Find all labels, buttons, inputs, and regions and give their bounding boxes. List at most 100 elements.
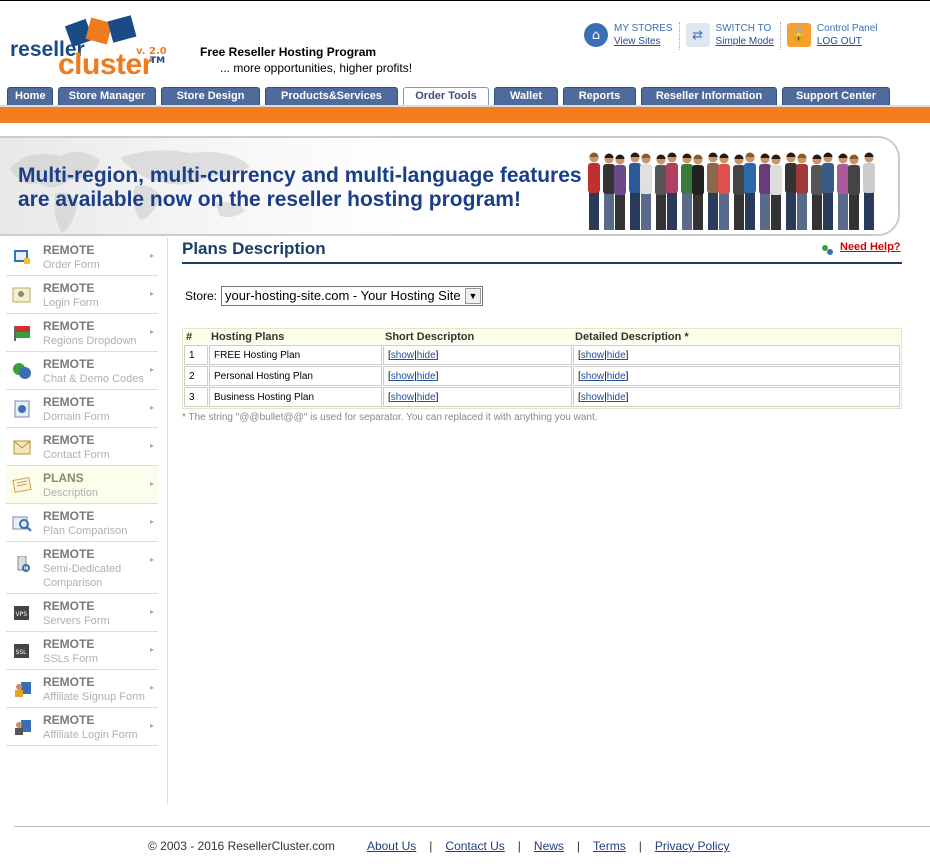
hide-link[interactable]: hide bbox=[607, 392, 626, 403]
table-row: 3 Business Hosting Plan [show|hide] [show|h… bbox=[184, 387, 900, 407]
person-figure bbox=[796, 153, 808, 230]
person-figure bbox=[759, 153, 771, 230]
show-link[interactable]: show bbox=[581, 371, 604, 382]
plan-comparison-icon bbox=[12, 516, 32, 532]
store-select-value: your-hosting-site.com - Your Hosting Sit… bbox=[225, 288, 461, 303]
sidebar-item-login-form[interactable]: REMOTE Login Form ▸ bbox=[6, 276, 158, 314]
tagline: Free Reseller Hosting Program bbox=[200, 45, 377, 59]
sidebar-item-order-form[interactable]: REMOTE Order Form ▸ bbox=[6, 238, 158, 276]
sidebar-item-title: REMOTE bbox=[43, 599, 95, 613]
tab-products-services[interactable]: Products&Services bbox=[265, 87, 398, 105]
order-form-icon bbox=[14, 250, 30, 264]
plans-table: # Hosting Plans Short Descripton Detaile… bbox=[182, 328, 902, 409]
show-link[interactable]: show bbox=[391, 371, 414, 382]
sidebar-item-subtitle: Affiliate Login Form bbox=[43, 729, 138, 741]
hide-link[interactable]: hide bbox=[417, 350, 436, 361]
bracket: ] bbox=[625, 391, 629, 403]
bracket: ] bbox=[435, 349, 439, 361]
sidebar-item-semi-dedicated-comparison[interactable]: REMOTE Semi-Dedicated Comparison ▸ bbox=[6, 542, 158, 594]
sidebar-item-title: REMOTE bbox=[43, 243, 95, 257]
arrow-right-icon: ▸ bbox=[149, 403, 154, 412]
chevron-down-icon[interactable]: ▼ bbox=[465, 288, 481, 304]
person-figure bbox=[707, 152, 719, 230]
arrow-right-icon: ▸ bbox=[149, 607, 154, 616]
sidebar-item-domain-form[interactable]: REMOTE Domain Form ▸ bbox=[6, 390, 158, 428]
hide-link[interactable]: hide bbox=[417, 392, 436, 403]
footer-link-privacy-policy[interactable]: Privacy Policy bbox=[655, 839, 730, 853]
contact-form-icon bbox=[13, 440, 31, 455]
title-underline bbox=[182, 262, 902, 264]
store-select[interactable]: your-hosting-site.com - Your Hosting Sit… bbox=[221, 286, 483, 306]
hide-link[interactable]: hide bbox=[607, 350, 626, 361]
sidebar-item-plan-comparison[interactable]: REMOTE Plan Comparison ▸ bbox=[6, 504, 158, 542]
site-logo[interactable]: reseller cluster v. 2.0 TM bbox=[8, 12, 178, 84]
person-figure bbox=[785, 152, 797, 230]
sidebar-item-affiliate-signup-form[interactable]: REMOTE Affiliate Signup Form ▸ bbox=[6, 670, 158, 708]
need-help-link[interactable]: Need Help? bbox=[840, 241, 901, 253]
sidebar-item-plans-description[interactable]: PLANS Description ▸ bbox=[6, 466, 158, 504]
tab-home[interactable]: Home bbox=[7, 87, 53, 105]
tab-wallet[interactable]: Wallet bbox=[494, 87, 558, 105]
hide-link[interactable]: hide bbox=[607, 371, 626, 382]
bracket: ] bbox=[435, 370, 439, 382]
sidebar-item-title: REMOTE bbox=[43, 509, 95, 523]
switch-to-title: SWITCH TO bbox=[715, 23, 772, 34]
column-header-hosting-plans: Hosting Plans bbox=[209, 330, 382, 344]
sidebar-item-title: REMOTE bbox=[43, 547, 95, 561]
sidebar-item-affiliate-login-form[interactable]: REMOTE Affiliate Login Form ▸ bbox=[6, 708, 158, 746]
footer-link-about-us[interactable]: About Us bbox=[367, 839, 416, 853]
sidebar-item-contact-form[interactable]: REMOTE Contact Form ▸ bbox=[6, 428, 158, 466]
sidebar-item-ssls-form[interactable]: SSL REMOTE SSLs Form ▸ bbox=[6, 632, 158, 670]
arrow-right-icon: ▸ bbox=[149, 251, 154, 260]
arrow-right-icon: ▸ bbox=[149, 289, 154, 298]
sidebar-item-servers-form[interactable]: VPS REMOTE Servers Form ▸ bbox=[6, 594, 158, 632]
simple-mode-link[interactable]: Simple Mode bbox=[716, 35, 774, 48]
person-figure bbox=[681, 153, 693, 230]
detailed-description-cell: [show|hide] bbox=[573, 387, 900, 407]
tab-store-manager[interactable]: Store Manager bbox=[58, 87, 156, 105]
banner-headline-line2: are available now on the reseller hostin… bbox=[18, 188, 521, 211]
hide-link[interactable]: hide bbox=[417, 371, 436, 382]
hosting-plan-name: FREE Hosting Plan bbox=[209, 345, 382, 365]
chat-icon bbox=[13, 363, 31, 379]
show-link[interactable]: show bbox=[391, 350, 414, 361]
orange-band bbox=[0, 107, 930, 123]
arrow-right-icon: ▸ bbox=[149, 555, 154, 564]
top-border bbox=[0, 0, 930, 1]
tab-order-tools[interactable]: Order Tools bbox=[403, 87, 489, 105]
logout-link[interactable]: LOG OUT bbox=[817, 35, 878, 48]
show-link[interactable]: show bbox=[581, 392, 604, 403]
tab-store-design[interactable]: Store Design bbox=[161, 87, 260, 105]
sidebar-item-subtitle: Affiliate Signup Form bbox=[43, 691, 145, 703]
footer-link-terms[interactable]: Terms bbox=[593, 839, 626, 853]
sidebar: REMOTE Order Form ▸ REMOTE Login Form ▸ … bbox=[0, 238, 168, 804]
footer-separator: | bbox=[517, 839, 521, 853]
sidebar-item-regions-dropdown[interactable]: REMOTE Regions Dropdown ▸ bbox=[6, 314, 158, 352]
tab-reports[interactable]: Reports bbox=[563, 87, 636, 105]
promo-banner[interactable]: Multi-region, multi-currency and multi-l… bbox=[0, 136, 900, 236]
copyright-text: © 2003 - 2016 ResellerCluster.com bbox=[148, 839, 335, 853]
switch-mode-link-group: ⇄ SWITCH TO Simple Mode bbox=[680, 22, 781, 50]
sidebar-item-title: REMOTE bbox=[43, 713, 95, 727]
footer-link-news[interactable]: News bbox=[534, 839, 564, 853]
show-link[interactable]: show bbox=[581, 350, 604, 361]
view-sites-link[interactable]: View Sites bbox=[614, 35, 673, 48]
tab-reseller-information[interactable]: Reseller Information bbox=[641, 87, 777, 105]
page-title: Plans Description bbox=[182, 239, 326, 258]
tab-support-center[interactable]: Support Center bbox=[782, 87, 890, 105]
separator-note: * The string "@@bullet@@" is used for se… bbox=[182, 412, 598, 423]
table-row: 2 Personal Hosting Plan [show|hide] [show|h… bbox=[184, 366, 900, 386]
footer-link-contact-us[interactable]: Contact Us bbox=[445, 839, 504, 853]
person-figure bbox=[655, 154, 667, 230]
sidebar-item-subtitle: Regions Dropdown bbox=[43, 335, 137, 347]
vps-icon: VPS bbox=[14, 606, 29, 620]
person-figure bbox=[640, 153, 652, 230]
arrow-right-icon: ▸ bbox=[149, 327, 154, 336]
column-header-detailed-description: Detailed Description * bbox=[573, 330, 900, 344]
subtagline: ... more opportunities, higher profits! bbox=[220, 61, 413, 75]
arrow-right-icon: ▸ bbox=[149, 365, 154, 374]
sidebar-item-chat-demo-codes[interactable]: REMOTE Chat & Demo Codes ▸ bbox=[6, 352, 158, 390]
show-link[interactable]: show bbox=[391, 392, 414, 403]
person-figure bbox=[811, 154, 823, 230]
sidebar-item-title: REMOTE bbox=[43, 675, 95, 689]
